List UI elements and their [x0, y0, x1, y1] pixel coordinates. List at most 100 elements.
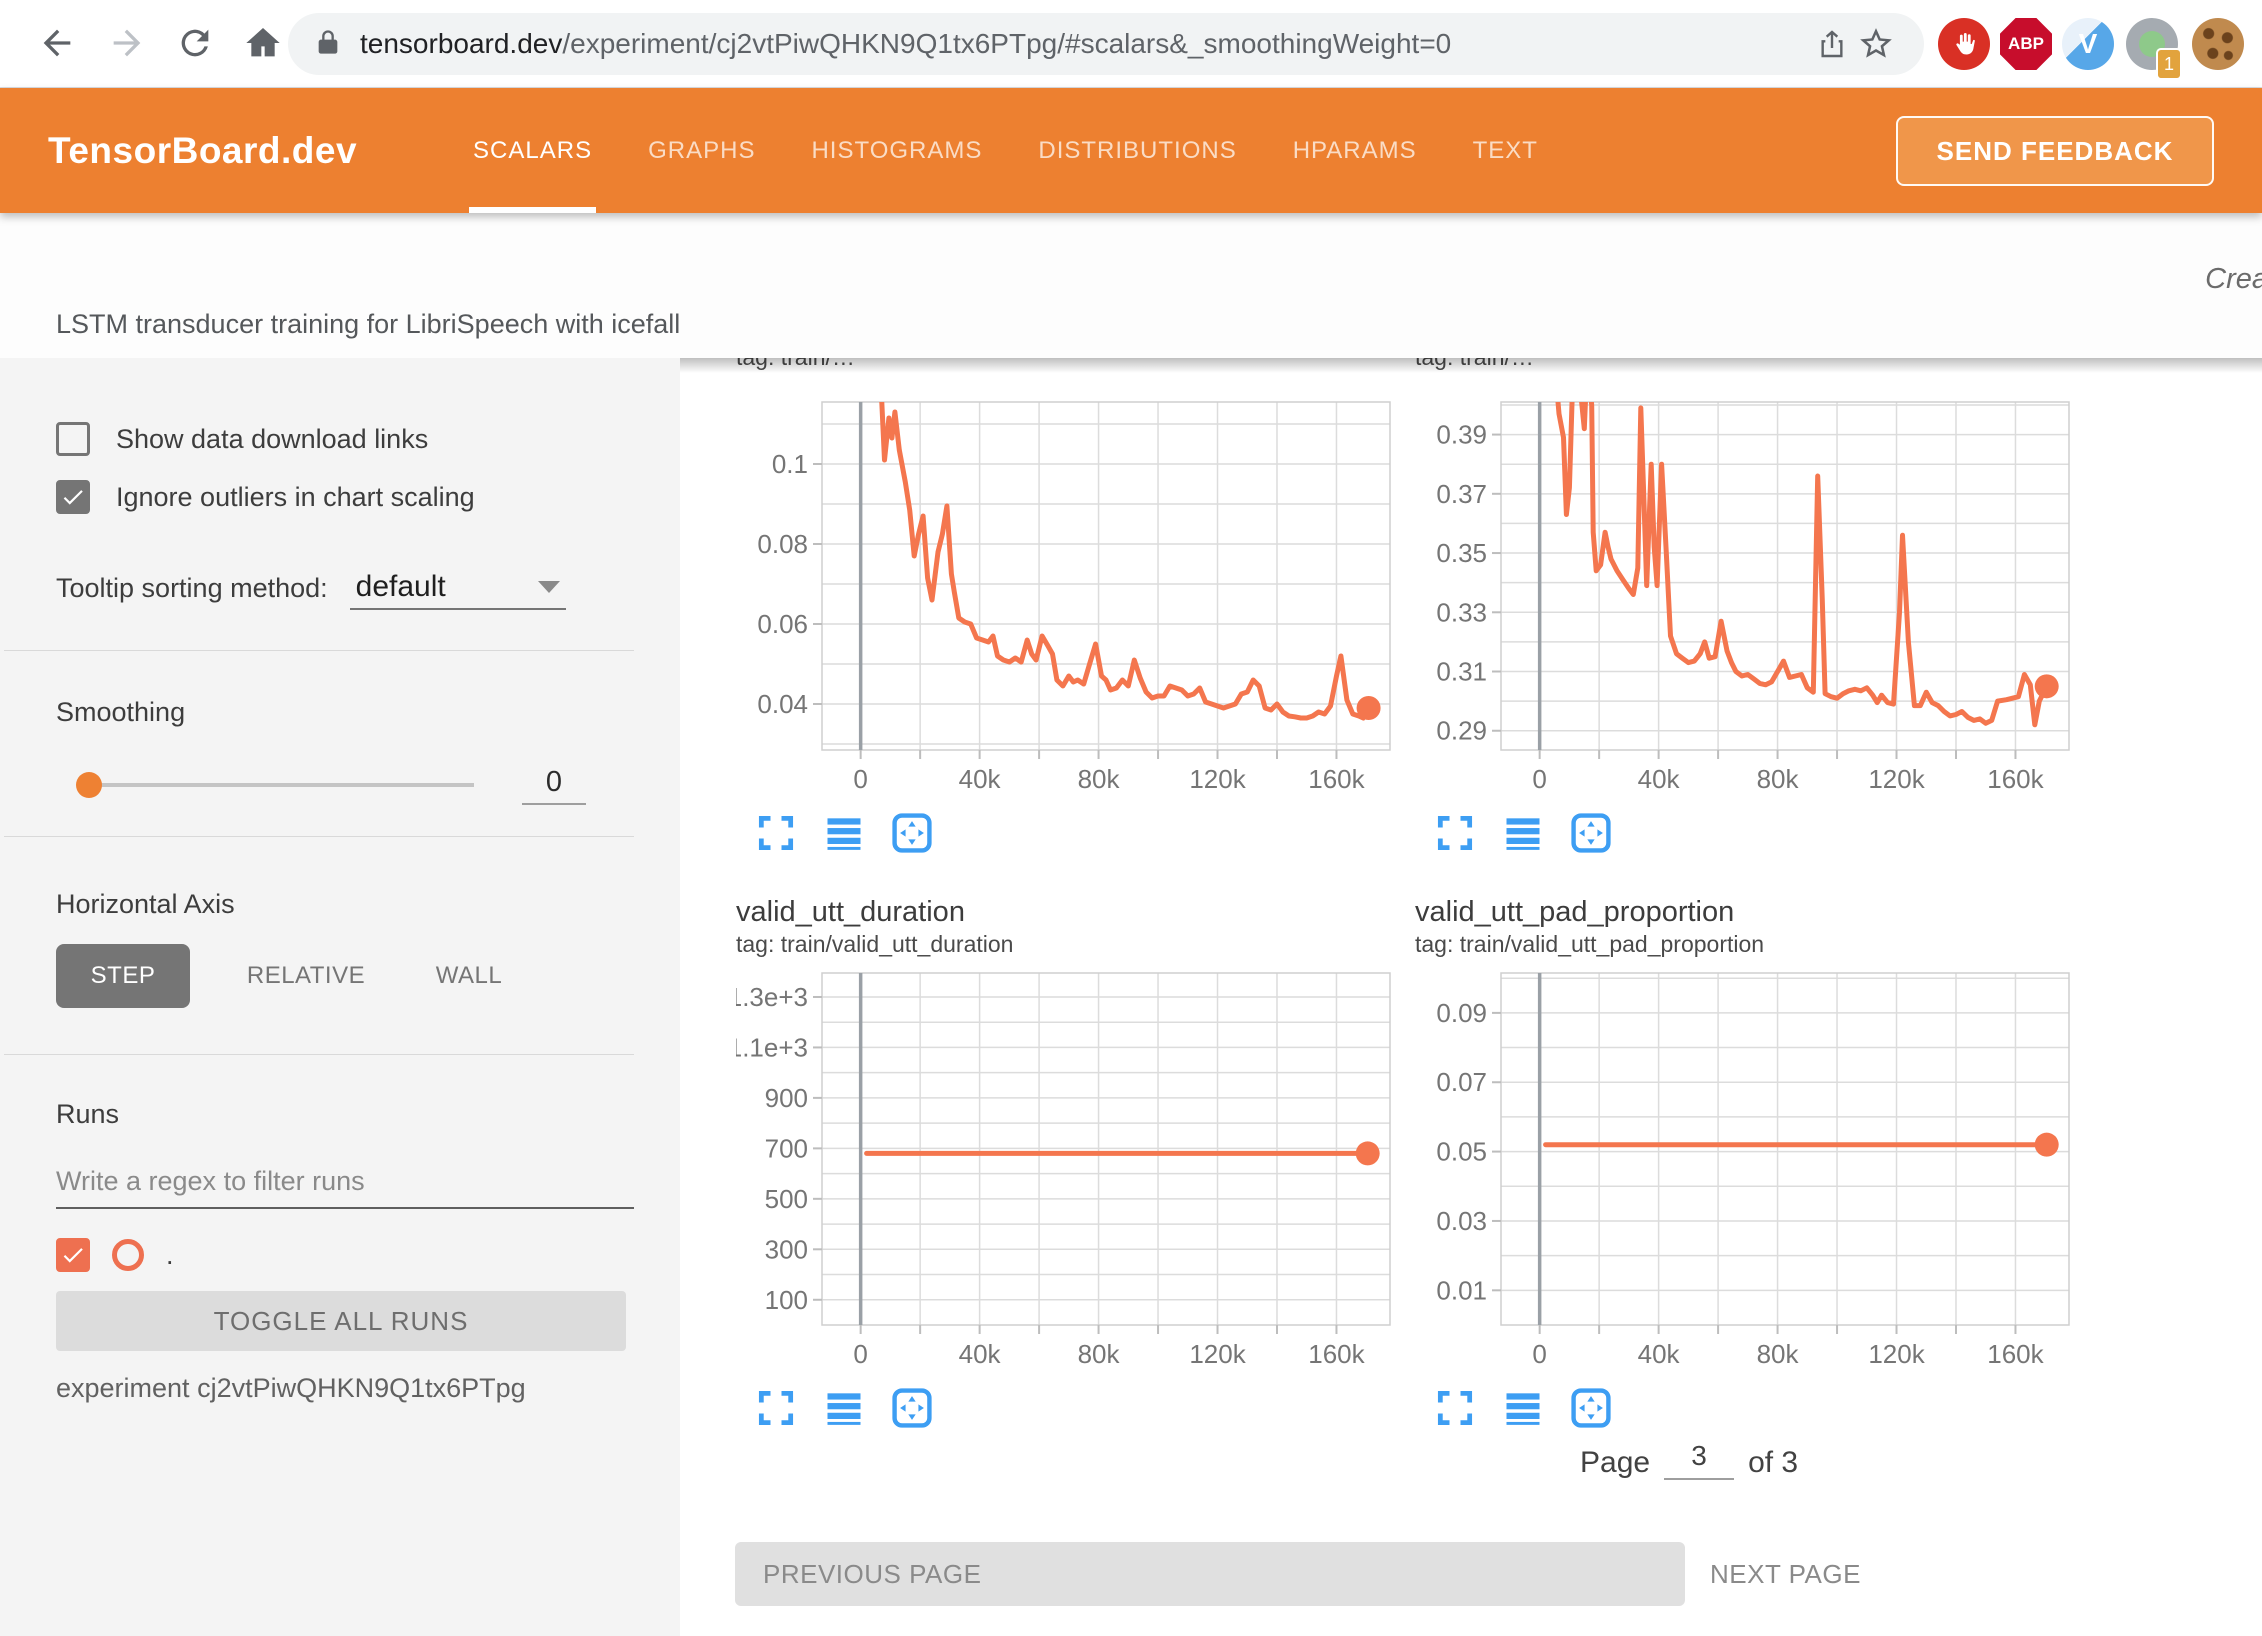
tab-graphs[interactable]: GRAPHS — [620, 88, 783, 213]
ignore-outliers-checkbox[interactable] — [56, 480, 90, 514]
abp-label: ABP — [2008, 34, 2044, 54]
runs-filter-input[interactable] — [56, 1160, 634, 1209]
data-table-icon[interactable] — [822, 811, 866, 855]
svg-text:80k: 80k — [1757, 1339, 1800, 1369]
chart-tag: tag: train/valid_utt_duration — [736, 929, 1396, 959]
smoothing-value-input[interactable]: 0 — [522, 766, 586, 805]
svg-text:0.07: 0.07 — [1436, 1067, 1487, 1097]
smoothing-slider-row: 0 — [56, 768, 680, 802]
svg-text:0.06: 0.06 — [757, 609, 808, 639]
data-table-icon[interactable] — [1501, 1386, 1545, 1430]
page-of-label: of 3 — [1748, 1446, 1798, 1480]
smoothing-slider-thumb[interactable] — [76, 772, 102, 798]
run-row: . — [56, 1235, 680, 1275]
chart-title: valid_utt_pad_proportion — [1415, 895, 2075, 929]
axis-relative-button[interactable]: RELATIVE — [226, 962, 386, 990]
horizontal-axis-label: Horizontal Axis — [56, 889, 680, 920]
svg-text:160k: 160k — [1987, 1339, 2044, 1369]
tab-text[interactable]: TEXT — [1445, 88, 1566, 213]
expand-chart-icon[interactable] — [1433, 811, 1477, 855]
expand-chart-icon[interactable] — [1433, 1386, 1477, 1430]
back-icon[interactable] — [34, 20, 80, 66]
home-icon[interactable] — [240, 20, 286, 66]
extension-v-icon[interactable]: V — [2062, 18, 2114, 70]
chart-title: valid_utt_duration — [736, 895, 1396, 929]
lock-icon — [314, 28, 342, 61]
tooltip-sorting-row: Tooltip sorting method: default — [56, 564, 680, 610]
svg-text:120k: 120k — [1868, 1339, 1925, 1369]
run-name: . — [166, 1240, 174, 1271]
chart-actions — [754, 1382, 1396, 1434]
bookmark-star-icon[interactable] — [1854, 22, 1898, 66]
chart-tag-clipped: tag: train/… — [736, 358, 1396, 372]
tab-bar: SCALARS GRAPHS HISTOGRAMS DISTRIBUTIONS … — [445, 88, 1566, 213]
tooltip-sorting-value: default — [356, 570, 446, 604]
chart-card-clipped-2: tag: train/… 0.290.310.330.350.370.39040… — [1415, 358, 2075, 859]
extension-cookie-icon[interactable] — [2192, 18, 2244, 70]
smoothing-label: Smoothing — [56, 697, 680, 728]
data-table-icon[interactable] — [822, 1386, 866, 1430]
extension-blocker-hand-icon[interactable] — [1938, 18, 1990, 70]
tab-scalars[interactable]: SCALARS — [445, 88, 620, 213]
next-page-button[interactable]: NEXT PAGE — [1710, 1542, 1861, 1606]
fit-domain-icon[interactable] — [890, 1386, 934, 1430]
chart-plot[interactable]: 0.290.310.330.350.370.39040k80k120k160k — [1415, 398, 2075, 799]
chart-actions — [1433, 1382, 2075, 1434]
svg-text:80k: 80k — [1757, 764, 1800, 794]
chart-plot[interactable]: 0.010.030.050.070.09040k80k120k160k — [1415, 969, 2075, 1374]
svg-text:0.31: 0.31 — [1436, 657, 1487, 687]
charts-grid: tag: train/… 0.040.060.080.1040k80k120k1… — [736, 358, 2136, 1434]
svg-text:100: 100 — [765, 1285, 808, 1315]
page-number-input[interactable] — [1664, 1440, 1734, 1480]
url-host: tensorboard.dev — [360, 28, 562, 59]
smoothing-slider[interactable] — [78, 783, 474, 787]
share-icon[interactable] — [1810, 22, 1854, 66]
axis-step-button[interactable]: STEP — [56, 944, 190, 1008]
horizontal-axis-buttons: STEP RELATIVE WALL — [56, 944, 680, 1008]
fit-domain-icon[interactable] — [1569, 1386, 1613, 1430]
svg-text:500: 500 — [765, 1184, 808, 1214]
extension-abp-icon[interactable]: ABP — [2000, 18, 2052, 70]
divider — [4, 650, 634, 651]
svg-text:0: 0 — [853, 1339, 867, 1369]
svg-text:40k: 40k — [959, 1339, 1002, 1369]
svg-text:0.01: 0.01 — [1436, 1275, 1487, 1305]
show-download-row: Show data download links — [56, 420, 680, 458]
url-text: tensorboard.dev/experiment/cj2vtPiwQHKN9… — [360, 28, 1810, 60]
tooltip-sorting-label: Tooltip sorting method: — [56, 573, 328, 610]
address-bar[interactable]: tensorboard.dev/experiment/cj2vtPiwQHKN9… — [288, 13, 1924, 75]
svg-text:0.03: 0.03 — [1436, 1206, 1487, 1236]
tab-distributions[interactable]: DISTRIBUTIONS — [1010, 88, 1264, 213]
subheader: Crea LSTM transducer training for LibriS… — [0, 213, 2262, 358]
toggle-all-runs-button[interactable]: TOGGLE ALL RUNS — [56, 1291, 626, 1351]
previous-page-button[interactable]: PREVIOUS PAGE — [735, 1542, 1685, 1606]
chart-plot[interactable]: 0.040.060.080.1040k80k120k160k — [736, 398, 1396, 799]
svg-text:40k: 40k — [1638, 1339, 1681, 1369]
show-download-checkbox[interactable] — [56, 422, 90, 456]
tooltip-sorting-dropdown[interactable]: default — [350, 570, 566, 610]
tab-hparams[interactable]: HPARAMS — [1265, 88, 1445, 213]
svg-text:0.39: 0.39 — [1436, 420, 1487, 450]
fit-domain-icon[interactable] — [890, 811, 934, 855]
axis-wall-button[interactable]: WALL — [414, 962, 524, 990]
reload-icon[interactable] — [172, 20, 218, 66]
send-feedback-button[interactable]: SEND FEEDBACK — [1896, 116, 2214, 186]
chart-card-clipped-1: tag: train/… 0.040.060.080.1040k80k120k1… — [736, 358, 1396, 859]
svg-text:1.3e+3: 1.3e+3 — [736, 982, 808, 1012]
chart-plot[interactable]: 1003005007009001.1e+31.3e+3040k80k120k16… — [736, 969, 1396, 1374]
extension-badge: 1 — [2156, 48, 2182, 80]
created-note-clipped: Crea — [2205, 263, 2262, 296]
svg-text:80k: 80k — [1078, 764, 1121, 794]
data-table-icon[interactable] — [1501, 811, 1545, 855]
forward-icon[interactable] — [104, 20, 150, 66]
fit-domain-icon[interactable] — [1569, 811, 1613, 855]
svg-text:160k: 160k — [1308, 764, 1365, 794]
expand-chart-icon[interactable] — [754, 811, 798, 855]
svg-text:120k: 120k — [1868, 764, 1925, 794]
tensorboard-logo[interactable]: TensorBoard.dev — [48, 130, 357, 172]
tab-histograms[interactable]: HISTOGRAMS — [783, 88, 1010, 213]
run-checkbox[interactable] — [56, 1238, 90, 1272]
chevron-down-icon — [538, 581, 560, 593]
expand-chart-icon[interactable] — [754, 1386, 798, 1430]
chart-tag-clipped: tag: train/… — [1415, 358, 2075, 372]
